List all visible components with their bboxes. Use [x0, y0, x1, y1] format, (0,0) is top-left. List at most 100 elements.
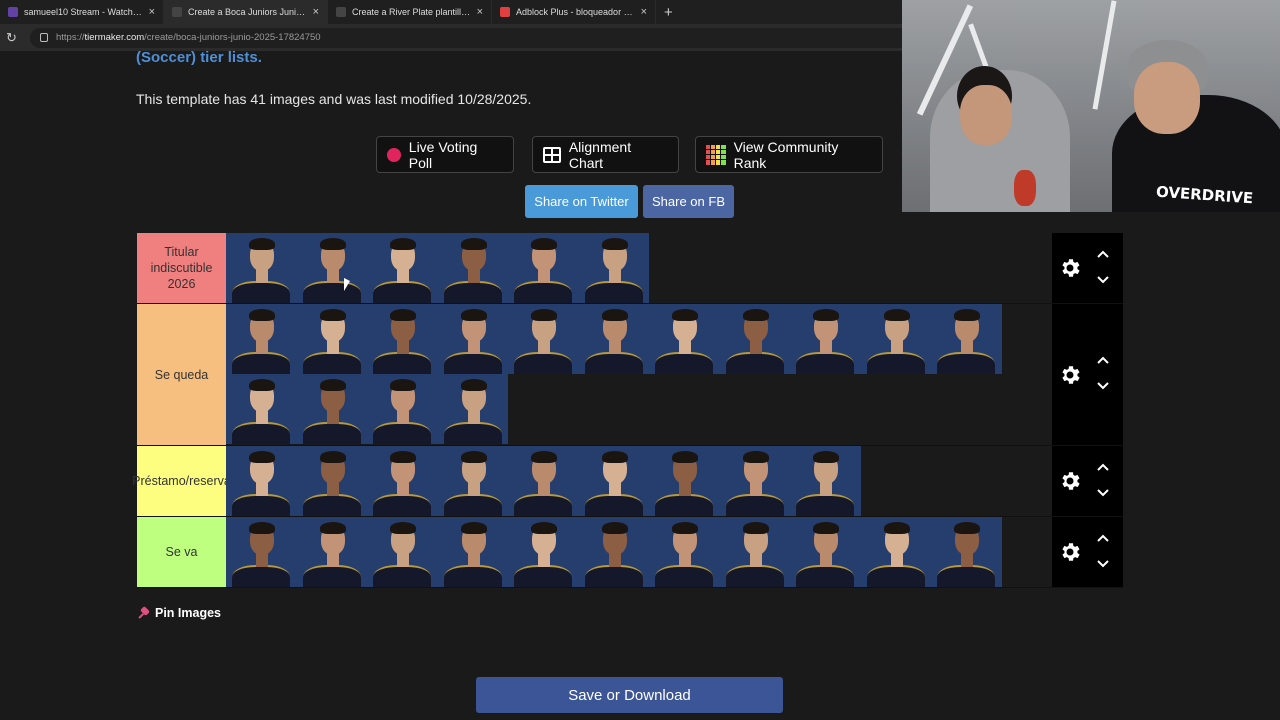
player-photo[interactable] [860, 304, 931, 374]
alignment-chart-button[interactable]: Alignment Chart [532, 136, 679, 173]
browser-tab[interactable]: Create a River Plate plantilla 25/2 × [328, 0, 492, 24]
pin-images-toggle[interactable]: Pin Images [138, 606, 221, 620]
tier-items-dropzone[interactable] [226, 233, 1052, 303]
move-down-chevron-icon[interactable] [1096, 488, 1110, 498]
close-tab-icon[interactable]: × [641, 6, 647, 18]
player-photo[interactable] [719, 446, 790, 516]
player-photo[interactable] [367, 304, 438, 374]
tier-label[interactable]: Titular indiscutible 2026 [137, 233, 226, 303]
player-photo[interactable] [790, 446, 861, 516]
hair-shape [742, 451, 769, 463]
player-photo[interactable] [578, 517, 649, 587]
move-up-chevron-icon[interactable] [1096, 355, 1110, 365]
new-tab-button[interactable]: + [656, 4, 681, 21]
player-photo[interactable] [437, 517, 508, 587]
live-voting-poll-button[interactable]: Live Voting Poll [376, 136, 514, 173]
player-photo[interactable] [719, 304, 790, 374]
player-photo[interactable] [367, 517, 438, 587]
player-photo[interactable] [578, 446, 649, 516]
tab-title: Create a River Plate plantilla 25/2 [352, 7, 471, 17]
browser-tab-active[interactable]: Create a Boca Juniors Junio 2025 × [164, 0, 328, 24]
twitch-favicon-icon [8, 7, 18, 17]
player-photo[interactable] [296, 517, 367, 587]
player-photo[interactable] [226, 374, 297, 444]
gear-icon[interactable] [1058, 540, 1082, 564]
live-dot-icon [387, 147, 401, 162]
jersey-shape [655, 494, 713, 516]
gear-icon[interactable] [1058, 469, 1082, 493]
player-photo[interactable] [931, 517, 1002, 587]
jersey-shape [302, 422, 361, 444]
player-photo[interactable] [508, 517, 579, 587]
player-photo[interactable] [860, 517, 931, 587]
player-photo[interactable] [931, 304, 1002, 374]
player-photo[interactable] [296, 374, 367, 444]
close-tab-icon[interactable]: × [149, 6, 155, 18]
player-photo[interactable] [296, 446, 367, 516]
player-photo[interactable] [578, 233, 649, 303]
tier-items-dropzone[interactable] [226, 304, 1052, 445]
url-field[interactable]: https://tiermaker.com/create/boca-junior… [30, 27, 910, 48]
neck-shape [397, 410, 409, 424]
player-photo[interactable] [226, 233, 297, 303]
player-photo[interactable] [296, 304, 367, 374]
player-photo[interactable] [649, 304, 720, 374]
reload-icon[interactable]: ↻ [6, 30, 20, 46]
player-photo[interactable] [508, 304, 579, 374]
gear-icon[interactable] [1058, 256, 1082, 280]
player-photo[interactable] [790, 304, 861, 374]
player-photo[interactable] [790, 517, 861, 587]
share-twitter-button[interactable]: Share on Twitter [525, 185, 638, 218]
tier-items-dropzone[interactable] [226, 446, 1052, 516]
soccer-tier-lists-link[interactable]: (Soccer) tier lists. [136, 49, 262, 66]
player-photo[interactable] [578, 304, 649, 374]
move-down-chevron-icon[interactable] [1096, 559, 1110, 569]
player-photo[interactable] [437, 374, 508, 444]
save-or-download-button[interactable]: Save or Download [476, 677, 783, 713]
hair-shape [531, 309, 557, 321]
player-photo[interactable] [367, 446, 438, 516]
hair-shape [319, 522, 346, 534]
browser-tab[interactable]: Adblock Plus - bloqueador de an × [492, 0, 656, 24]
player-photo[interactable] [508, 233, 579, 303]
jersey-shape [373, 494, 431, 516]
player-photo[interactable] [437, 304, 508, 374]
neck-shape [608, 269, 621, 283]
player-photo[interactable] [719, 517, 790, 587]
neck-shape [326, 340, 339, 354]
move-down-chevron-icon[interactable] [1096, 381, 1110, 391]
neck-shape [749, 340, 762, 354]
player-photo[interactable] [437, 446, 508, 516]
jersey-shape [373, 281, 431, 303]
share-fb-button[interactable]: Share on FB [643, 185, 734, 218]
move-up-chevron-icon[interactable] [1096, 249, 1110, 259]
player-photo[interactable] [367, 233, 438, 303]
webcam-overlay: OVERDRIVE [902, 0, 1280, 212]
gear-icon[interactable] [1058, 363, 1082, 387]
site-info-icon[interactable] [40, 33, 48, 42]
tier-label[interactable]: Se queda [137, 304, 226, 445]
player-photo[interactable] [437, 233, 508, 303]
neck-shape [397, 340, 409, 354]
tier-label[interactable]: Se va [137, 517, 226, 587]
tier-label[interactable]: Préstamo/reserva [132, 446, 231, 516]
browser-tab[interactable]: samueel10 Stream - Watch Live o × [0, 0, 164, 24]
player-photo[interactable] [649, 517, 720, 587]
jersey-shape [443, 494, 502, 516]
player-photo[interactable] [508, 446, 579, 516]
move-up-chevron-icon[interactable] [1096, 533, 1110, 543]
player-photo[interactable] [296, 233, 367, 303]
player-photo[interactable] [367, 374, 438, 444]
move-up-chevron-icon[interactable] [1096, 462, 1110, 472]
close-tab-icon[interactable]: × [477, 6, 483, 18]
player-photo[interactable] [226, 446, 297, 516]
close-tab-icon[interactable]: × [313, 6, 319, 18]
jersey-shape [655, 352, 713, 374]
neck-shape [538, 269, 550, 283]
player-photo[interactable] [226, 304, 297, 374]
player-photo[interactable] [226, 517, 297, 587]
move-down-chevron-icon[interactable] [1096, 275, 1110, 285]
view-community-rank-button[interactable]: View Community Rank [695, 136, 883, 173]
tier-items-dropzone[interactable] [226, 517, 1052, 587]
player-photo[interactable] [649, 446, 720, 516]
